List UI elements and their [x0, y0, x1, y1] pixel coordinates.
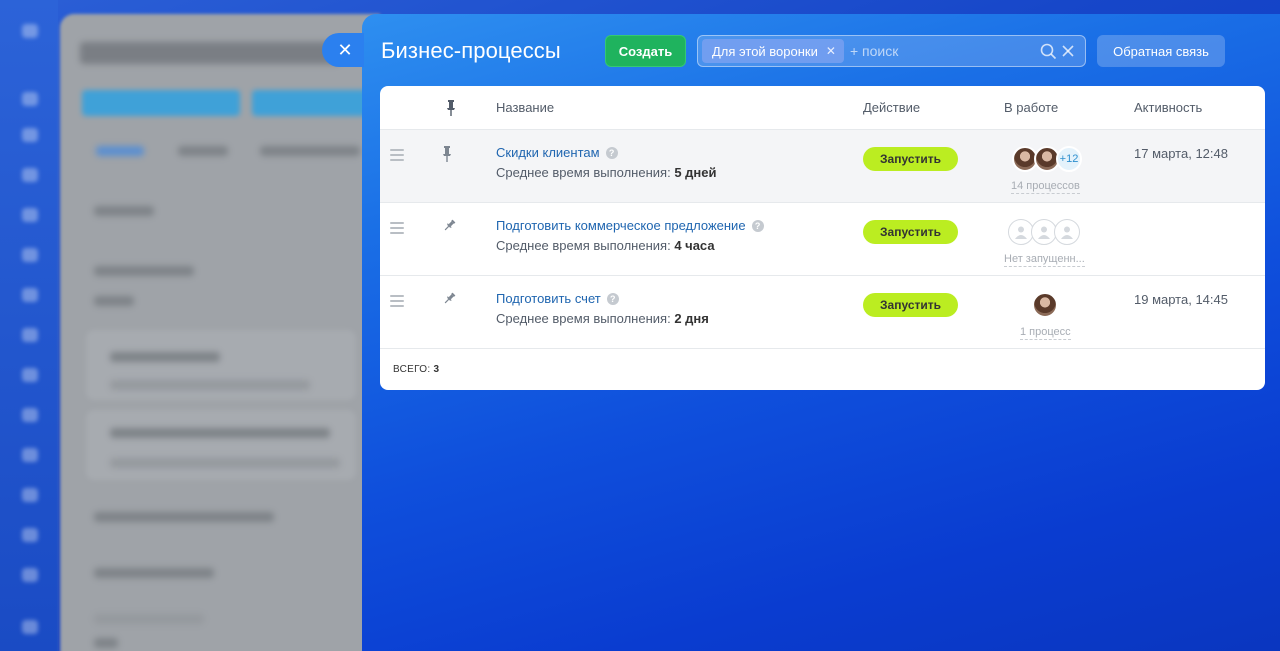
- help-icon[interactable]: ?: [605, 147, 618, 159]
- pin-icon[interactable]: [442, 292, 456, 306]
- process-name-link[interactable]: Скидки клиентам?: [496, 145, 618, 160]
- participants-avatars[interactable]: +12: [1012, 146, 1082, 172]
- grid-footer: ВСЕГО: 3: [380, 348, 1265, 390]
- pin-icon[interactable]: [442, 146, 452, 162]
- process-count-link[interactable]: 14 процессов: [1011, 180, 1080, 194]
- activity-date: 17 марта, 12:48: [1134, 146, 1228, 161]
- feedback-button[interactable]: Обратная связь: [1097, 35, 1225, 67]
- run-button[interactable]: Запустить: [863, 147, 958, 171]
- close-slider-button[interactable]: ✕: [322, 33, 364, 67]
- user-placeholder-icon: [1054, 219, 1080, 245]
- close-icon: ✕: [337, 39, 353, 60]
- pin-column-icon[interactable]: [446, 100, 456, 116]
- help-icon[interactable]: ?: [751, 220, 764, 232]
- process-count-link[interactable]: 1 процесс: [1020, 326, 1071, 340]
- filter-chip-label: Для этой воронки: [712, 43, 818, 59]
- help-icon[interactable]: ?: [606, 293, 619, 305]
- run-button[interactable]: Запустить: [863, 293, 958, 317]
- total-label: ВСЕГО:: [393, 364, 431, 375]
- participants-avatars-empty: [1008, 219, 1080, 245]
- drag-handle-icon[interactable]: [390, 149, 404, 164]
- avg-duration: Среднее время выполнения: 2 дня: [496, 311, 709, 326]
- create-button[interactable]: Создать: [605, 35, 686, 67]
- process-name-link[interactable]: Подготовить счет?: [496, 291, 619, 306]
- pin-icon[interactable]: [442, 219, 456, 233]
- column-in-work[interactable]: В работе: [1004, 100, 1058, 115]
- more-participants-badge[interactable]: +12: [1056, 146, 1082, 172]
- grid-header: Название Действие В работе Активность: [380, 86, 1265, 129]
- processes-grid: Название Действие В работе Активность Ск…: [380, 86, 1265, 390]
- search-icon[interactable]: [1040, 43, 1057, 60]
- activity-date: 19 марта, 14:45: [1134, 292, 1228, 307]
- participants-avatars[interactable]: [1032, 292, 1058, 318]
- column-action[interactable]: Действие: [863, 100, 920, 115]
- process-count-link[interactable]: Нет запущенн...: [1004, 253, 1085, 267]
- process-name-link[interactable]: Подготовить коммерческое предложение?: [496, 218, 764, 233]
- avatar: [1032, 292, 1058, 318]
- avg-duration: Среднее время выполнения: 5 дней: [496, 165, 717, 180]
- search-filter-box[interactable]: Для этой воронки ✕: [697, 35, 1086, 67]
- table-row[interactable]: Подготовить счет? Среднее время выполнен…: [380, 275, 1265, 348]
- total-count: 3: [433, 364, 440, 375]
- filter-chip[interactable]: Для этой воронки ✕: [702, 39, 844, 63]
- column-activity[interactable]: Активность: [1134, 100, 1202, 115]
- background-sidebar: [0, 0, 58, 651]
- search-input[interactable]: [849, 43, 1040, 59]
- avg-duration: Среднее время выполнения: 4 часа: [496, 238, 715, 253]
- background-app-blurred: [60, 14, 380, 651]
- column-name[interactable]: Название: [496, 100, 554, 115]
- run-button[interactable]: Запустить: [863, 220, 958, 244]
- remove-filter-icon[interactable]: ✕: [826, 44, 836, 58]
- clear-icon[interactable]: [1061, 44, 1075, 58]
- drag-handle-icon[interactable]: [390, 295, 404, 310]
- table-row[interactable]: Подготовить коммерческое предложение? Ср…: [380, 202, 1265, 275]
- drag-handle-icon[interactable]: [390, 222, 404, 237]
- page-title: Бизнес-процессы: [381, 38, 561, 63]
- table-row[interactable]: Скидки клиентам? Среднее время выполнени…: [380, 129, 1265, 202]
